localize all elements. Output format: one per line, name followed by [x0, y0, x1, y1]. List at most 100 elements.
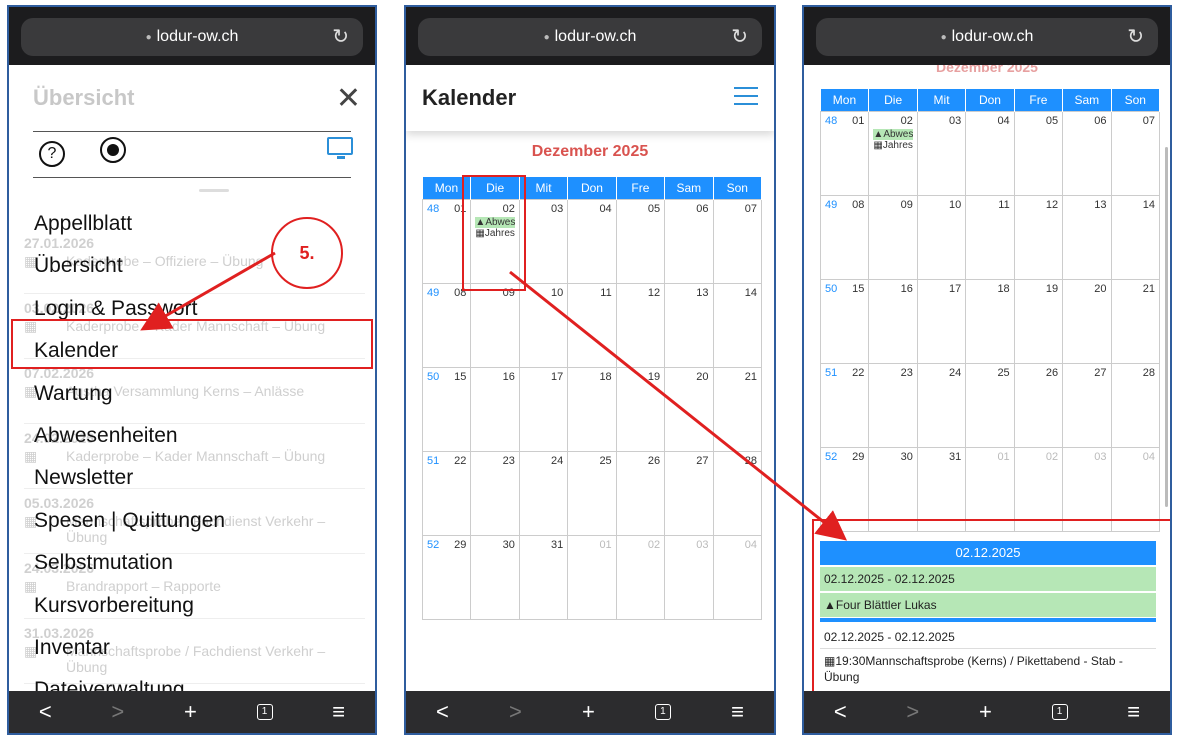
scrollbar[interactable] [1165, 147, 1168, 507]
calendar-day-cell[interactable]: 19 [1013, 278, 1064, 364]
calendar-day-cell[interactable]: 04 [965, 110, 1015, 196]
calendar-day-cell[interactable]: 30 [470, 534, 520, 620]
calendar-day-cell[interactable]: 11 [567, 282, 617, 368]
calendar-day-cell[interactable]: 48 01 [819, 110, 870, 196]
calendar-day-cell[interactable]: 14 [712, 282, 763, 368]
record-icon[interactable] [99, 137, 126, 163]
calendar-day-cell[interactable]: 28 [712, 450, 763, 536]
calendar-day-cell[interactable]: 21 [712, 366, 763, 452]
calendar-day-cell[interactable]: 50 15 [421, 366, 472, 452]
tabs-icon[interactable]: 1 [1051, 704, 1068, 720]
tabs-icon[interactable]: 1 [654, 704, 671, 720]
new-tab-icon[interactable]: + [582, 699, 595, 725]
calendar-day-cell[interactable]: 05 [1013, 110, 1064, 196]
calendar-day-cell[interactable]: 25 [965, 362, 1015, 448]
calendar-day-cell[interactable]: 31 [518, 534, 569, 620]
calendar-day-cell[interactable]: 26 [615, 450, 666, 536]
calendar-day-cell[interactable]: 24 [916, 362, 967, 448]
calendar-day-cell[interactable]: 49 08 [421, 282, 472, 368]
url-bar[interactable]: ● lodur-ow.ch ↻ [816, 18, 1158, 56]
menu-icon[interactable]: ≡ [1127, 699, 1140, 725]
calendar-day-cell[interactable]: 06 [664, 198, 714, 284]
forward-icon[interactable]: > [509, 699, 522, 725]
calendar-day-cell[interactable]: 19 [615, 366, 666, 452]
forward-icon[interactable]: > [906, 699, 919, 725]
back-icon[interactable]: < [436, 699, 449, 725]
calendar-day-cell[interactable]: 11 [965, 194, 1015, 280]
calendar-day-cell[interactable]: 25 [567, 450, 617, 536]
calendar-day-cell[interactable]: 24 [518, 450, 569, 536]
calendar-day-cell[interactable]: 28 [1110, 362, 1161, 448]
calendar-day-cell[interactable]: 07 [712, 198, 763, 284]
menu-item-appellblatt[interactable]: Appellblatt [34, 203, 225, 245]
calendar-day-cell[interactable]: 09 [868, 194, 918, 280]
forward-icon[interactable]: > [111, 699, 124, 725]
new-tab-icon[interactable]: + [979, 699, 992, 725]
calendar-day-cell[interactable]: 03 [518, 198, 569, 284]
back-icon[interactable]: < [39, 699, 52, 725]
calendar-day-cell[interactable]: 23 [868, 362, 918, 448]
calendar-day-cell[interactable]: 13 [1062, 194, 1112, 280]
calendar-day-cell[interactable]: 10 [916, 194, 967, 280]
menu-item-uebersicht[interactable]: Übersicht [34, 245, 225, 287]
calendar-day-cell[interactable]: 26 [1013, 362, 1064, 448]
calendar-day-cell[interactable]: 18 [965, 278, 1015, 364]
menu-item-wartung[interactable]: Wartung [34, 373, 225, 415]
hamburger-menu-icon[interactable] [734, 87, 758, 105]
back-icon[interactable]: < [834, 699, 847, 725]
calendar-day-cell[interactable]: 27 [664, 450, 714, 536]
calendar-day-cell[interactable]: 18 [567, 366, 617, 452]
url-bar[interactable]: ● lodur-ow.ch ↻ [21, 18, 363, 56]
menu-item-abwesenheiten[interactable]: Abwesenheiten [34, 415, 225, 457]
help-icon[interactable]: ? [39, 141, 65, 167]
new-tab-icon[interactable]: + [184, 699, 197, 725]
desktop-view-icon[interactable] [327, 137, 353, 159]
calendar-day-cell[interactable]: 03 [916, 110, 967, 196]
calendar-event-absence[interactable]: ▲Abwesenheit [873, 128, 913, 140]
calendar-day-cell[interactable]: 12 [615, 282, 666, 368]
reload-icon[interactable]: ↻ [1127, 24, 1144, 49]
calendar-day-cell[interactable]: 17 [518, 366, 569, 452]
calendar-day-cell[interactable]: 17 [916, 278, 967, 364]
menu-item-kursvorbereitung[interactable]: Kursvorbereitung [34, 585, 225, 627]
calendar-day-cell[interactable]: 23 [470, 450, 520, 536]
calendar-day-cell[interactable]: 51 22 [819, 362, 870, 448]
calendar-day-cell[interactable]: 14 [1110, 194, 1161, 280]
menu-item-spesen[interactable]: Spesen | Quittungen [34, 500, 225, 542]
calendar-day-cell[interactable]: 20 [1062, 278, 1112, 364]
calendar-day-cell[interactable]: 03 [664, 534, 714, 620]
calendar-day-cell[interactable]: 10 [518, 282, 569, 368]
close-icon[interactable]: ✕ [336, 81, 361, 116]
calendar-day-cell[interactable]: 16 [470, 366, 520, 452]
menu-icon[interactable]: ≡ [332, 699, 345, 725]
calendar-day-cell[interactable]: 02▲Abwesenheit▦Jahresrapport [868, 110, 918, 196]
calendar-day-cell[interactable]: 20 [664, 366, 714, 452]
calendar-day-cell[interactable]: 27 [1062, 362, 1112, 448]
reload-icon[interactable]: ↻ [731, 24, 748, 49]
menu-icon[interactable]: ≡ [731, 699, 744, 725]
calendar-day-cell[interactable]: 01 [567, 534, 617, 620]
calendar-day-cell[interactable]: 07 [1110, 110, 1161, 196]
reload-icon[interactable]: ↻ [332, 24, 349, 49]
tabs-icon[interactable]: 1 [256, 704, 273, 720]
drag-handle[interactable] [199, 189, 229, 192]
menu-item-selbstmutation[interactable]: Selbstmutation [34, 542, 225, 584]
calendar-day-cell[interactable]: 50 15 [819, 278, 870, 364]
calendar-day-cell[interactable]: 04 [567, 198, 617, 284]
calendar-day-cell[interactable]: 06 [1062, 110, 1112, 196]
calendar-event-appointment[interactable]: ▦Jahresrapport [873, 140, 912, 151]
calendar-day-cell[interactable]: 51 22 [421, 450, 472, 536]
calendar-day-cell[interactable]: 52 29 [421, 534, 472, 620]
url-bar[interactable]: ● lodur-ow.ch ↻ [418, 18, 762, 56]
menu-item-newsletter[interactable]: Newsletter [34, 457, 225, 499]
calendar-day-cell[interactable]: 49 08 [819, 194, 870, 280]
calendar-day-cell[interactable]: 16 [868, 278, 918, 364]
menu-item-inventar[interactable]: Inventar [34, 627, 225, 669]
calendar-day-cell[interactable]: 04 [712, 534, 763, 620]
calendar-day-cell[interactable]: 02 [615, 534, 666, 620]
calendar-day-cell[interactable]: 12 [1013, 194, 1064, 280]
calendar-day-cell[interactable]: 21 [1110, 278, 1161, 364]
calendar-day-cell[interactable]: 13 [664, 282, 714, 368]
calendar-day-cell[interactable]: 09 [470, 282, 520, 368]
calendar-day-cell[interactable]: 05 [615, 198, 666, 284]
